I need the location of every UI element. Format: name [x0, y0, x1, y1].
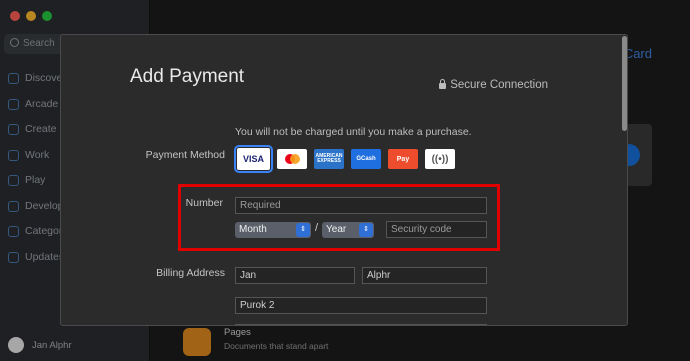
number-label: Number	[185, 197, 223, 209]
mastercard-icon-overlap	[290, 154, 300, 164]
shopeepay-option[interactable]: Pay	[388, 149, 418, 169]
mastercard-option[interactable]	[277, 149, 307, 169]
contactless-icon: ((•))	[431, 153, 449, 165]
date-separator: /	[315, 222, 319, 234]
secure-connection: Secure Connection	[439, 79, 548, 91]
next-address-field[interactable]	[235, 324, 487, 325]
gcash-option[interactable]: GCash	[351, 149, 381, 169]
secure-connection-label: Secure Connection	[450, 79, 548, 91]
last-name-field[interactable]: Alphr	[362, 267, 487, 284]
charge-notice: You will not be charged until you make a…	[235, 126, 472, 138]
gcash-logo-text: GCash	[356, 156, 376, 162]
highlight-box	[178, 184, 500, 251]
payment-method-options: VISA AMERICAN EXPRESS GCash Pay ((•))	[234, 145, 455, 173]
first-name-field[interactable]: Jan	[235, 267, 355, 284]
year-select[interactable]: Year ⇕	[322, 222, 374, 238]
street-address-field[interactable]: Purok 2	[235, 297, 487, 314]
contactless-option[interactable]: ((•))	[425, 149, 455, 169]
month-value: Month	[239, 224, 267, 235]
amex-option[interactable]: AMERICAN EXPRESS	[314, 149, 344, 169]
card-number-input[interactable]: Required	[235, 197, 487, 214]
security-code-input[interactable]: Security code	[386, 221, 487, 238]
amex-logo-text: AMERICAN EXPRESS	[315, 153, 343, 164]
lock-icon	[439, 79, 447, 89]
visa-option[interactable]: VISA	[234, 145, 273, 173]
chevron-updown-icon: ⇕	[359, 223, 373, 237]
payment-method-label: Payment Method	[145, 149, 225, 161]
sheet-title: Add Payment	[130, 66, 245, 87]
month-select[interactable]: Month ⇕	[235, 222, 311, 238]
year-value: Year	[326, 224, 347, 235]
app-window: Search Discover Arcade Create Work Play …	[0, 0, 690, 361]
add-payment-sheet: Add Payment Secure Connection You will n…	[60, 34, 628, 326]
chevron-updown-icon: ⇕	[296, 223, 310, 237]
pay-logo-text: Pay	[396, 155, 410, 163]
billing-address-label: Billing Address	[156, 267, 225, 279]
scrollbar-thumb[interactable]	[622, 36, 627, 131]
